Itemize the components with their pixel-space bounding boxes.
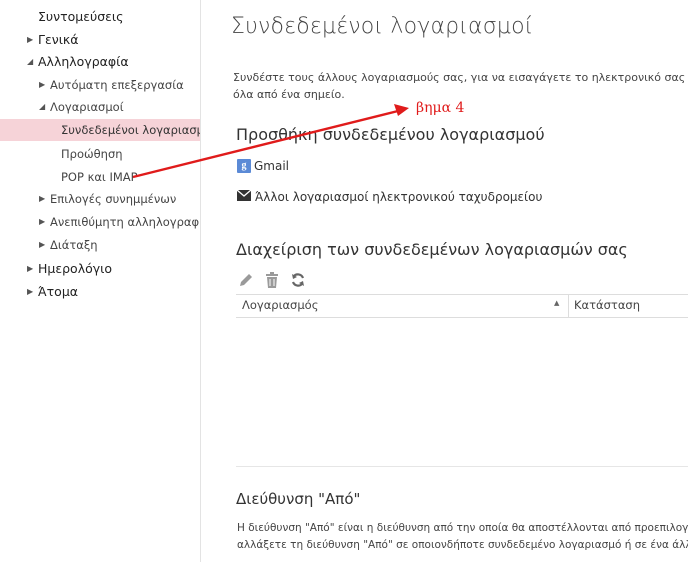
sidebar-item-layout[interactable]: ▶ Διάταξη: [0, 234, 200, 256]
sidebar-item-automatic-processing[interactable]: ▶ Αυτόματη επεξεργασία: [0, 74, 200, 96]
section-divider: [236, 466, 688, 467]
delete-icon[interactable]: [263, 271, 281, 289]
sidebar-item-label: Προώθηση: [61, 147, 123, 161]
sidebar-item-label: Λογαριασμοί: [50, 100, 124, 114]
provider-label: Gmail: [254, 159, 290, 173]
refresh-icon[interactable]: [289, 271, 307, 289]
sidebar-item-shortcuts[interactable]: Συντομεύσεις: [0, 6, 200, 28]
from-address-heading: Διεύθυνση "Από": [236, 490, 361, 508]
sidebar-item-label: Γενικά: [38, 32, 79, 47]
sidebar-item-label: Διάταξη: [50, 238, 98, 252]
sort-ascending-icon[interactable]: ▲: [554, 299, 559, 307]
sidebar-item-label: POP και IMAP: [61, 170, 138, 184]
sidebar-item-label: Επιλογές συνημμένων: [50, 192, 177, 206]
accounts-toolbar: [237, 271, 307, 289]
gmail-provider-link[interactable]: g Gmail: [237, 159, 289, 173]
column-header-status[interactable]: Κατάσταση: [574, 298, 640, 312]
add-connected-account-heading: Προσθήκη συνδεδεμένου λογαριασμού: [236, 125, 545, 144]
sidebar-item-label: Ανεπιθύμητη αλληλογραφία: [50, 215, 200, 229]
sidebar-item-attachment-options[interactable]: ▶ Επιλογές συνημμένων: [0, 188, 200, 210]
sidebar-item-people[interactable]: ▶ Άτομα: [0, 281, 200, 303]
column-header-account[interactable]: Λογαριασμός: [242, 298, 318, 312]
annotation-step-label: βημα 4: [416, 100, 465, 116]
google-icon: g: [237, 159, 251, 173]
chevron-down-icon[interactable]: ◢: [27, 51, 33, 73]
sidebar-item-label: Αλληλογραφία: [38, 54, 129, 69]
chevron-down-icon[interactable]: ◢: [39, 96, 45, 118]
chevron-right-icon[interactable]: ▶: [27, 29, 33, 51]
sidebar-item-general[interactable]: ▶ Γενικά: [0, 29, 200, 51]
sidebar-item-label: Ημερολόγιο: [38, 261, 113, 276]
chevron-right-icon[interactable]: ▶: [39, 74, 45, 96]
description-line-2: όλα από ένα σημείο.: [233, 88, 345, 101]
sidebar-item-label: Άτομα: [38, 284, 79, 299]
chevron-right-icon[interactable]: ▶: [27, 258, 33, 280]
other-email-provider-link[interactable]: Άλλοι λογαριασμοί ηλεκτρονικού ταχυδρομε…: [236, 189, 543, 204]
description-line-1: Συνδέστε τους άλλους λογαριασμούς σας, γ…: [233, 71, 688, 84]
main-content: Συνδεδεμένοι λογαριασμοί Συνδέστε τους ά…: [201, 0, 688, 562]
chevron-right-icon[interactable]: ▶: [27, 281, 33, 303]
chevron-right-icon[interactable]: ▶: [39, 234, 45, 256]
sidebar-item-label: Συνδεδεμένοι λογαριασμοί: [61, 123, 200, 137]
chevron-right-icon[interactable]: ▶: [39, 188, 45, 210]
column-divider: [568, 295, 569, 317]
sidebar-item-forwarding[interactable]: Προώθηση: [0, 143, 200, 165]
sidebar-item-label: Αυτόματη επεξεργασία: [50, 78, 184, 92]
sidebar-item-pop-imap[interactable]: POP και IMAP: [0, 166, 200, 188]
sidebar-item-label: Συντομεύσεις: [38, 9, 124, 24]
connected-accounts-table: Λογαριασμός ▲ Κατάσταση: [236, 294, 688, 318]
from-address-desc-line-1: Η διεύθυνση "Από" είναι η διεύθυνση από …: [237, 522, 688, 534]
sidebar-item-junk-email[interactable]: ▶ Ανεπιθύμητη αλληλογραφία: [0, 211, 200, 233]
sidebar-item-accounts[interactable]: ◢ Λογαριασμοί: [0, 96, 200, 118]
manage-connected-accounts-heading: Διαχείριση των συνδεδεμένων λογαριασμών …: [236, 240, 628, 259]
settings-sidebar: Συντομεύσεις ▶ Γενικά ◢ Αλληλογραφία ▶ Α…: [0, 0, 201, 562]
edit-icon[interactable]: [237, 271, 255, 289]
page-title: Συνδεδεμένοι λογαριασμοί: [231, 14, 534, 39]
sidebar-item-mail[interactable]: ◢ Αλληλογραφία: [0, 51, 200, 73]
sidebar-item-calendar[interactable]: ▶ Ημερολόγιο: [0, 258, 200, 280]
sidebar-item-connected-accounts[interactable]: Συνδεδεμένοι λογαριασμοί: [0, 119, 200, 141]
from-address-desc-line-2: αλλάξετε τη διεύθυνση "Από" σε οποιονδήπ…: [237, 539, 688, 551]
chevron-right-icon[interactable]: ▶: [39, 211, 45, 233]
provider-label: Άλλοι λογαριασμοί ηλεκτρονικού ταχυδρομε…: [255, 190, 543, 204]
envelope-icon: [236, 189, 252, 204]
